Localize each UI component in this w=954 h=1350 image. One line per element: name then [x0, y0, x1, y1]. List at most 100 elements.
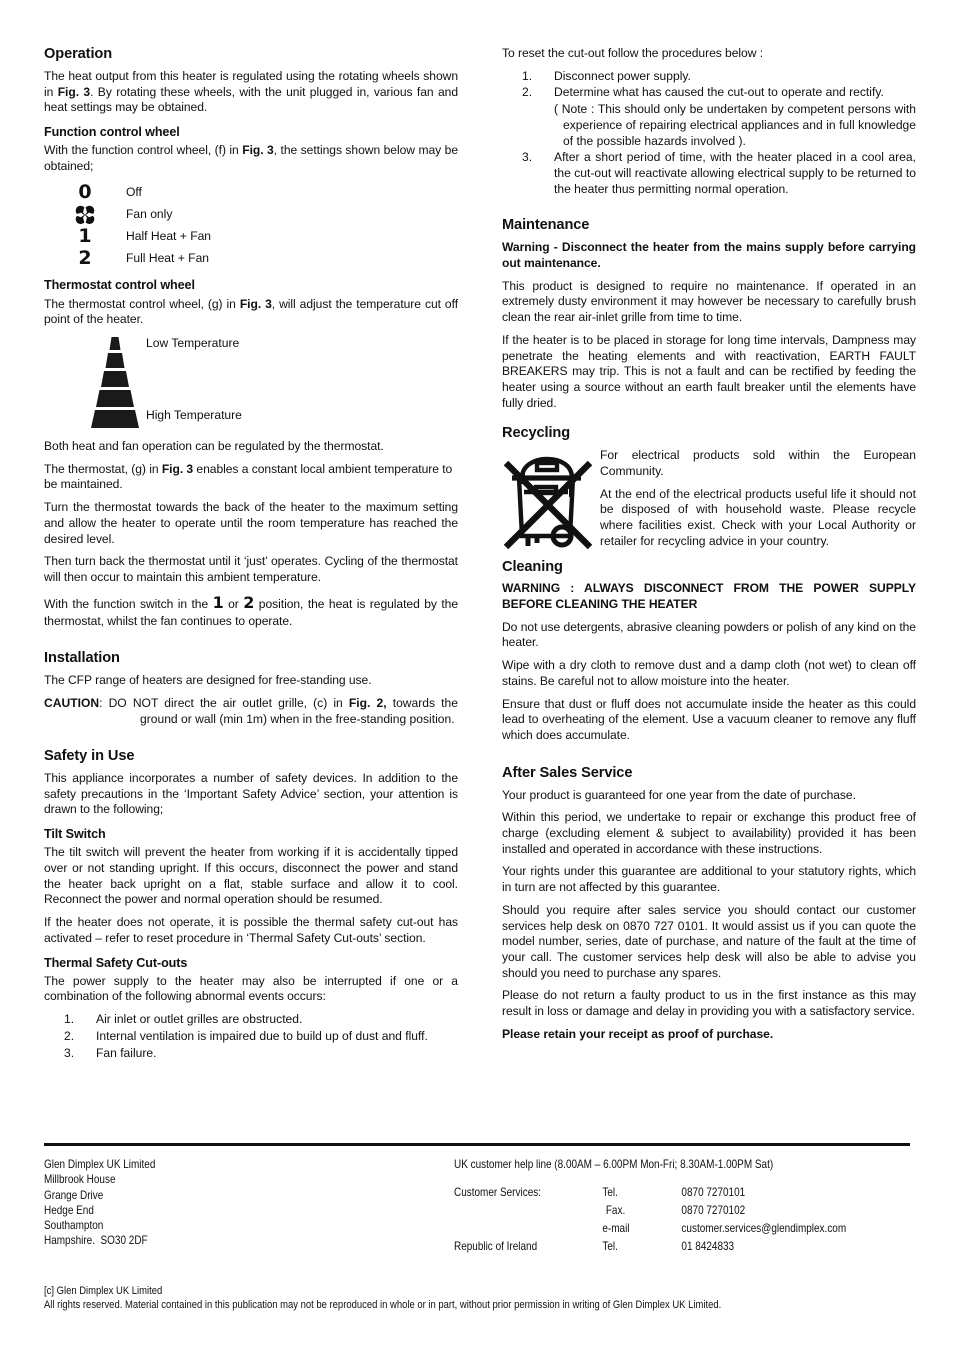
- contact-value: 0870 7270102: [681, 1204, 746, 1218]
- contact-details: UK customer help line (8.00AM – 6.00PM M…: [454, 1157, 846, 1258]
- recycling-block: For electrical products sold within the …: [502, 448, 916, 556]
- after-sales-para-4: Should you require after sales service y…: [502, 902, 916, 980]
- list-text: Internal ventilation is impaired due to …: [96, 1028, 428, 1043]
- fan-clover-glyph: [44, 203, 126, 225]
- after-sales-para-1: Your product is guaranteed for one year …: [502, 787, 856, 802]
- contact-party: Republic of Ireland: [454, 1240, 538, 1254]
- function-settings-table: 0 Off Fan only 1 Half Heat + Fan 2 Full …: [44, 181, 211, 269]
- recycling-heading: Recycling: [502, 425, 571, 442]
- thermostat-intro: The thermostat control wheel, (g) in Fig…: [44, 296, 458, 327]
- recycling-para-2: At the end of the electrical products us…: [600, 486, 916, 548]
- cleaning-para-3: Ensure that dust or fluff does not accum…: [502, 696, 916, 743]
- installation-heading: Installation: [44, 650, 120, 667]
- list-text: Determine what has caused the cut-out to…: [554, 85, 884, 100]
- crossed-out-wheelie-bin-icon: [502, 448, 598, 556]
- function-control-wheel-intro: With the function control wheel, (f) in …: [44, 143, 459, 173]
- after-sales-para-2: Within this period, we undertake to repa…: [502, 810, 916, 856]
- thermostat-para-5-a: With the function switch in the: [44, 596, 213, 611]
- recycling-para-1: For electrical products sold within the …: [600, 448, 916, 478]
- maintenance-warning: Warning - Disconnect the heater from the…: [502, 240, 916, 270]
- after-sales-para-3: Your rights under this guarantee are add…: [502, 864, 916, 895]
- fan-clover-icon: [74, 205, 96, 225]
- list-number: 1.: [64, 1012, 75, 1027]
- tilt-switch-para-1: The tilt switch will prevent the heater …: [44, 845, 458, 907]
- table-row: 1 Half Heat + Fan: [44, 225, 211, 247]
- installation-caution: CAUTION: DO NOT direct the air outlet gr…: [44, 695, 458, 726]
- list-number: 2.: [522, 85, 533, 100]
- address-line: Millbrook House: [44, 1173, 116, 1187]
- setting-label-half-heat: Half Heat + Fan: [126, 229, 212, 244]
- list-number: 3.: [522, 150, 533, 165]
- copyright-line-2: All rights reserved. Material contained …: [44, 1299, 722, 1312]
- setting-label-fan-only: Fan only: [126, 207, 173, 222]
- copyright-block: [c] Glen Dimplex UK Limited All rights r…: [44, 1284, 910, 1314]
- table-row: 0 Off: [44, 181, 211, 203]
- footer-divider: [44, 1143, 910, 1146]
- list-item: 1. Disconnect power supply.: [502, 69, 916, 85]
- thermostat-control-wheel-heading: Thermostat control wheel: [44, 278, 195, 293]
- address-line: Grange Drive: [44, 1188, 104, 1202]
- right-column: To reset the cut-out follow the procedur…: [502, 46, 916, 1050]
- page-footer: Glen Dimplex UK Limited Millbrook House …: [44, 1143, 910, 1313]
- reset-note: ( Note : This should only be undertaken …: [502, 102, 916, 149]
- tilt-switch-heading: Tilt Switch: [44, 827, 106, 842]
- footer-columns: Glen Dimplex UK Limited Millbrook House …: [44, 1157, 910, 1258]
- thermostat-high-label: High Temperature: [146, 408, 242, 423]
- recycling-text: For electrical products sold within the …: [598, 448, 916, 556]
- list-item: 2. Internal ventilation is impaired due t…: [44, 1029, 458, 1045]
- installation-para-1: The CFP range of heaters are designed fo…: [44, 673, 372, 688]
- contact-party: [454, 1203, 602, 1221]
- thermal-safety-cutouts-heading: Thermal Safety Cut-outs: [44, 955, 188, 970]
- contact-value: customer.services@glendimplex.com: [681, 1222, 847, 1236]
- after-sales-closing: Please retain your receipt as proof of p…: [502, 1026, 774, 1041]
- address-line: Hampshire. SO30 2DF: [44, 1234, 148, 1248]
- two-column-body: Operation The heat output from this heat…: [44, 46, 916, 1067]
- list-number: 3.: [64, 1045, 75, 1060]
- thermostat-para-5: With the function switch in the 1 or 2 p…: [44, 593, 458, 630]
- table-row: e-mail customer.services@glendimplex.com: [454, 1221, 846, 1239]
- cleaning-para-2: Wipe with a dry cloth to remove dust and…: [502, 658, 916, 688]
- reset-note-item: ( Note : This should only be undertaken …: [502, 102, 916, 149]
- company-address: Glen Dimplex UK Limited Millbrook House …: [44, 1157, 397, 1258]
- setting-label-off: Off: [126, 185, 142, 200]
- table-row: 2 Full Heat + Fan: [44, 247, 211, 269]
- copyright-line-1: [c] Glen Dimplex UK Limited: [44, 1284, 163, 1297]
- contact-party: Customer Services:: [454, 1186, 541, 1200]
- manual-page: Operation The heat output from this heat…: [0, 0, 954, 1350]
- function-control-wheel-heading: Function control wheel: [44, 124, 180, 139]
- contact-channel: Tel.: [602, 1186, 618, 1200]
- address-line: Southampton: [44, 1219, 104, 1233]
- thermostat-para-4: Then turn back the thermostat until it ‘…: [44, 554, 458, 585]
- reset-procedure-list: 1. Disconnect power supply. 2. Determine w…: [502, 69, 916, 198]
- contact-value: 0870 7270101: [681, 1186, 746, 1200]
- address-line: Hedge End: [44, 1203, 94, 1217]
- after-sales-para-5: Please do not return a faulty product to…: [502, 988, 916, 1019]
- table-row: Republic of Ireland Tel. 01 8424833: [454, 1239, 846, 1257]
- list-item: 1. Air inlet or outlet grilles are obstru…: [44, 1012, 458, 1028]
- list-number: 2.: [64, 1028, 75, 1043]
- list-item: 3. After a short period of time, with the…: [502, 150, 916, 197]
- operation-heading: Operation: [44, 46, 113, 62]
- thermal-cutouts-list: 1. Air inlet or outlet grilles are obstru…: [44, 1012, 458, 1061]
- left-column: Operation The heat output from this heat…: [44, 46, 458, 1067]
- one-glyph: 1: [78, 225, 92, 248]
- safety-in-use-heading: Safety in Use: [44, 748, 135, 765]
- helpline-hours: UK customer help line (8.00AM – 6.00PM M…: [454, 1158, 774, 1171]
- thermostat-wedge-stack-icon: [91, 337, 139, 429]
- contact-channel: e-mail: [602, 1222, 630, 1236]
- reset-note-text: ( Note : This should only be undertaken …: [554, 102, 916, 148]
- thermostat-para-5-b: or: [223, 596, 244, 611]
- list-text: Disconnect power supply.: [554, 68, 691, 83]
- operation-intro: The heat output from this heater is regu…: [44, 68, 459, 115]
- reset-intro: To reset the cut-out follow the procedur…: [502, 46, 764, 60]
- cleaning-warning: WARNING : ALWAYS DISCONNECT FROM THE POW…: [502, 581, 916, 612]
- thermostat-para-1: Both heat and fan operation can be regul…: [44, 439, 384, 454]
- two-glyph: 2: [78, 247, 92, 270]
- zero-glyph: 0: [78, 181, 92, 204]
- cleaning-heading: Cleaning: [502, 558, 563, 575]
- safety-in-use-para-1: This appliance incorporates a number of …: [44, 771, 458, 817]
- list-number: 1.: [522, 68, 533, 83]
- maintenance-para-2: If the heater is to be placed in storage…: [502, 332, 916, 410]
- contact-channel: Fax.: [605, 1204, 626, 1218]
- after-sales-service-heading: After Sales Service: [502, 764, 633, 781]
